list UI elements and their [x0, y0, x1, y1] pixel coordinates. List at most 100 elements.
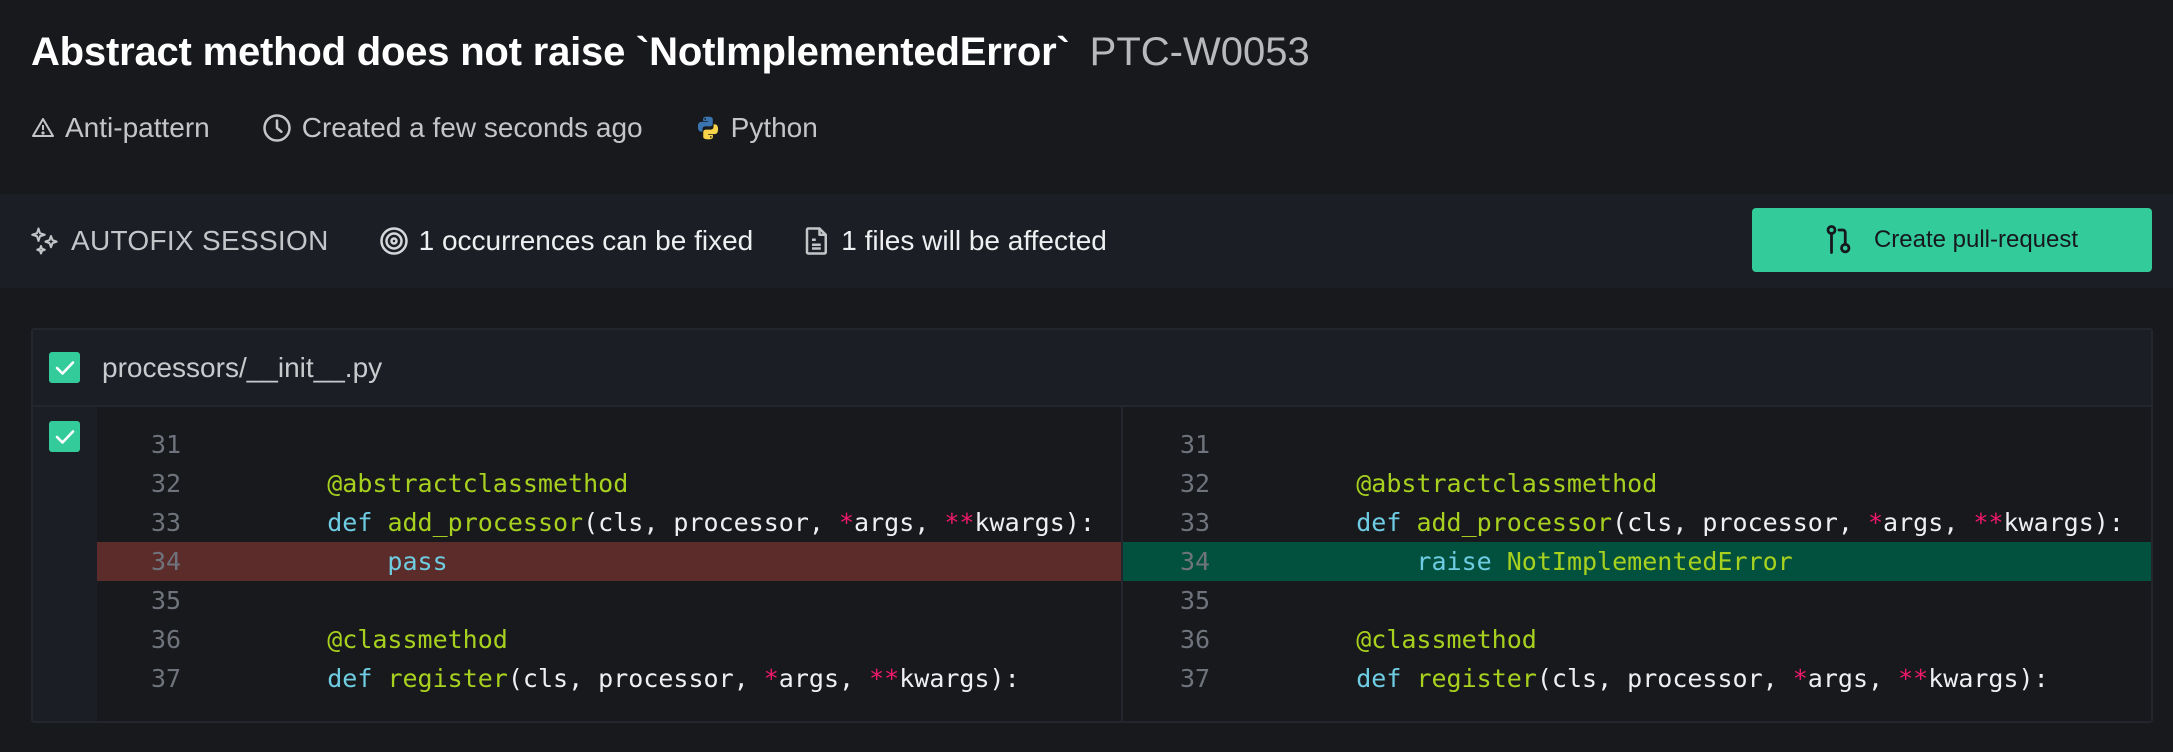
line-code: @classmethod	[267, 625, 508, 654]
file-checkbox[interactable]	[49, 352, 80, 383]
autofix-session-label: AUTOFIX SESSION	[71, 225, 329, 256]
file-text-icon	[805, 227, 828, 255]
files-text: 1 files will be affected	[841, 225, 1107, 256]
code-lines-after: 31 32 @abstractclassmethod 33 def add_proc…	[1123, 425, 2151, 698]
code-token-plain: args,	[854, 508, 945, 537]
code-line: 35	[1123, 581, 2151, 620]
removed-line: 34 pass	[97, 542, 1121, 581]
hunk-checkbox[interactable]	[49, 421, 80, 452]
sparkles-icon	[31, 227, 58, 255]
code-token-plain: kwargs):	[974, 508, 1095, 537]
code-token-plain: kwargs):	[899, 664, 1020, 693]
diff-pane-before: 31 32 @abstractclassmethod 33 def add_proc…	[97, 407, 1123, 721]
code-line: 36 @classmethod	[97, 620, 1121, 659]
code-line: 33 def add_processor(cls, processor, *ar…	[97, 503, 1121, 542]
line-number: 34	[151, 547, 182, 576]
code-line: 32 @abstractclassmethod	[1123, 464, 2151, 503]
code-token-plain: kwargs):	[2003, 508, 2124, 537]
files-count: 1 files will be affected	[803, 225, 1107, 257]
occurrences-count: 1 occurrences can be fixed	[379, 225, 753, 257]
line-number: 33	[151, 508, 182, 537]
line-number: 31	[151, 430, 182, 459]
code-token-class: NotImplementedError	[1506, 547, 1793, 576]
code-token-func: add_processor	[387, 508, 584, 537]
code-token-plain: kwargs):	[1928, 664, 2049, 693]
line-code: def add_processor(cls, processor, *args,…	[1296, 508, 2124, 537]
file-path: processors/__init__.py	[102, 351, 383, 383]
diff-pane-after: 31 32 @abstractclassmethod 33 def add_proc…	[1123, 407, 2151, 721]
code-line: 33 def add_processor(cls, processor, *ar…	[1123, 503, 2151, 542]
line-number: 36	[151, 625, 182, 654]
create-pull-request-label: Create pull-request	[1873, 226, 2079, 253]
code-token-plain: (cls, processor,	[583, 508, 839, 537]
line-number: 34	[1180, 547, 1211, 576]
issue-category: Anti-pattern	[31, 112, 210, 144]
clock-icon	[263, 114, 291, 142]
line-code: def register(cls, processor, *args, **kw…	[267, 664, 1020, 693]
code-token-func: register	[1416, 664, 1537, 693]
code-lines-before: 31 32 @abstractclassmethod 33 def add_proc…	[97, 425, 1121, 698]
code-token-keyword: def	[327, 508, 373, 537]
line-number: 36	[1180, 625, 1211, 654]
hunk-gutter	[33, 407, 97, 721]
code-token-op: **	[1898, 664, 1929, 693]
issue-meta: Anti-pattern Created a few seconds ago P…	[31, 112, 870, 144]
code-token-keyword: pass	[387, 547, 448, 576]
create-pull-request-button[interactable]: Create pull-request	[1752, 208, 2152, 272]
code-token-decorator: @classmethod	[327, 625, 508, 654]
python-logo-icon	[697, 116, 718, 140]
code-token-decorator: @abstractclassmethod	[327, 469, 629, 498]
code-token-op: **	[1973, 508, 2004, 537]
issue-title: Abstract method does not raise `NotImple…	[31, 30, 1070, 74]
file-header: processors/__init__.py	[33, 330, 2151, 407]
line-code: @abstractclassmethod	[267, 469, 628, 498]
code-token-keyword: def	[1356, 664, 1402, 693]
line-number: 31	[1180, 430, 1211, 459]
line-code: raise NotImplementedError	[1296, 547, 1793, 576]
warning-triangle-icon	[32, 118, 54, 137]
line-number: 32	[151, 469, 182, 498]
line-code: pass	[267, 547, 448, 576]
line-number: 35	[151, 586, 182, 615]
code-token-plain: args,	[778, 664, 870, 693]
code-line: 35	[97, 581, 1121, 620]
git-pull-request-icon	[1826, 225, 1851, 254]
code-token-keyword: raise	[1416, 547, 1492, 576]
code-token-op: **	[944, 508, 975, 537]
check-icon	[55, 360, 74, 375]
autofix-session: AUTOFIX SESSION	[31, 225, 329, 257]
line-code: def register(cls, processor, *args, **kw…	[1296, 664, 2049, 693]
autofix-session-bar: AUTOFIX SESSION 1 occurrences can be fix…	[0, 194, 2173, 288]
code-token-keyword: def	[1356, 508, 1402, 537]
code-token-plain: (cls, processor,	[1536, 664, 1793, 693]
line-number: 33	[1180, 508, 1211, 537]
target-icon	[379, 227, 408, 255]
created-label: Created a few seconds ago	[301, 112, 643, 143]
code-line: 37 def register(cls, processor, *args, *…	[97, 659, 1121, 698]
added-line: 34 raise NotImplementedError	[1123, 542, 2151, 581]
code-line: 36 @classmethod	[1123, 620, 2151, 659]
code-token-func: register	[387, 664, 508, 693]
line-number: 37	[1180, 664, 1211, 693]
code-token-decorator: @abstractclassmethod	[1356, 469, 1658, 498]
code-token-func: add_processor	[1416, 508, 1613, 537]
language-label: Python	[730, 112, 818, 143]
code-token-plain: args,	[1883, 508, 1974, 537]
line-code: @abstractclassmethod	[1296, 469, 1657, 498]
code-line: 31	[97, 425, 1121, 464]
issue-code: PTC-W0053	[1089, 30, 1310, 74]
